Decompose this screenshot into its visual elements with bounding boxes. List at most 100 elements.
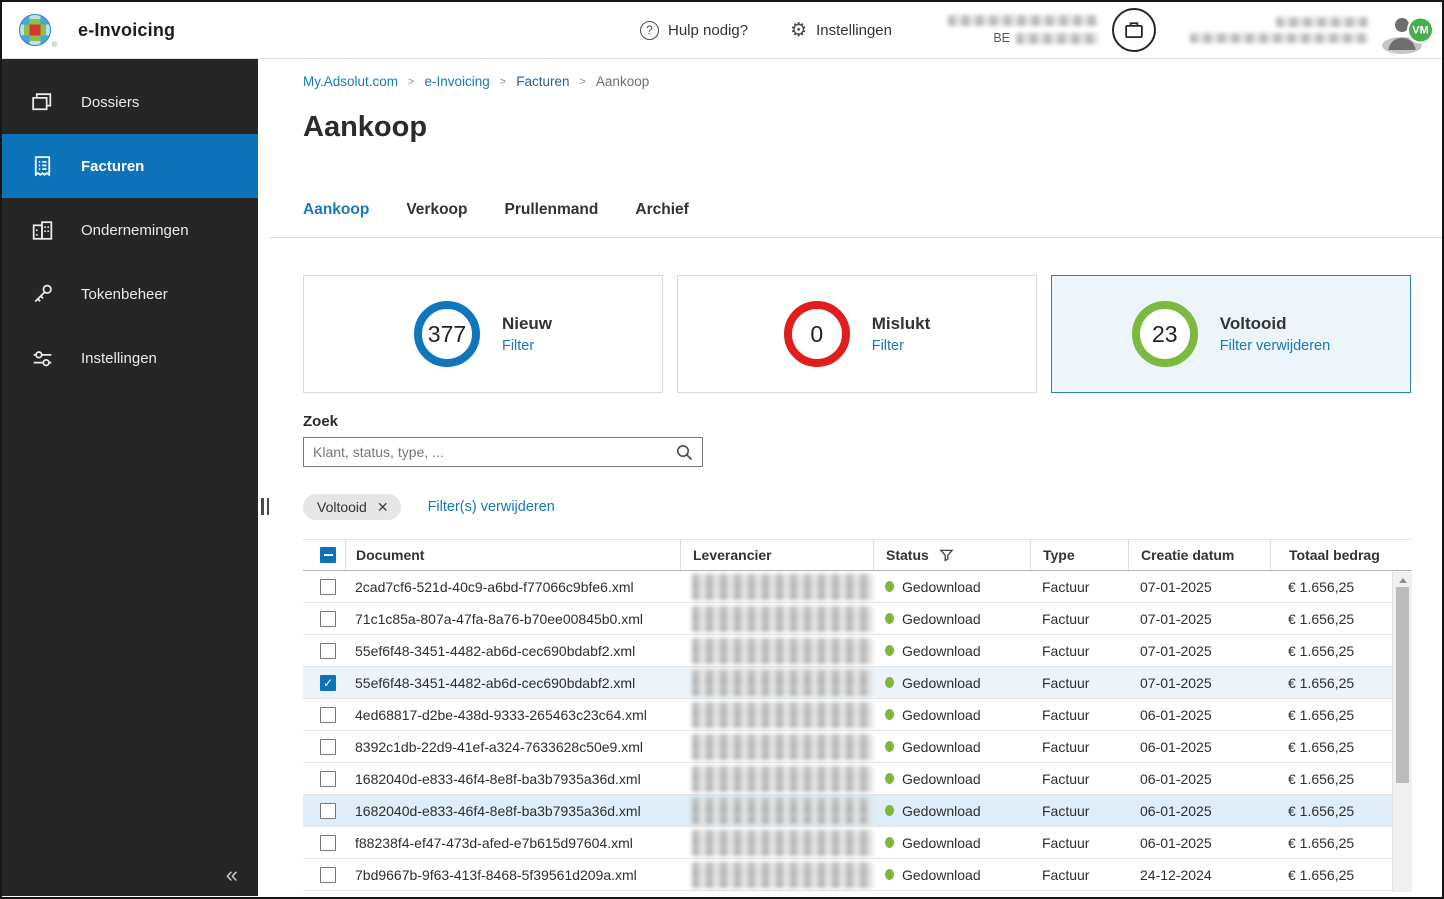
- redacted-company-name: [948, 15, 1098, 26]
- stacked-folders-icon: [29, 89, 56, 116]
- tab-archief[interactable]: Archief: [635, 201, 688, 219]
- document-cell[interactable]: 7bd9667b-9f63-413f-8468-5f39561d209a.xml: [345, 859, 680, 890]
- help-button[interactable]: ? Hulp nodig?: [640, 20, 748, 40]
- creatie-datum-cell: 06-01-2025: [1140, 770, 1212, 787]
- row-checkbox[interactable]: [320, 610, 336, 627]
- table-row[interactable]: 8392c1db-22d9-41ef-a324-7633628c50e9.xml…: [303, 731, 1412, 763]
- card-filter-link[interactable]: Filter: [872, 338, 931, 354]
- row-checkbox[interactable]: [320, 706, 336, 723]
- row-checkbox[interactable]: [320, 802, 336, 819]
- scrollbar-thumb[interactable]: [1396, 587, 1409, 783]
- sidebar-item-label: Instellingen: [81, 349, 157, 367]
- status-label: Gedownload: [902, 866, 981, 883]
- count-ring: 0: [783, 301, 850, 367]
- creatie-datum-cell: 07-01-2025: [1140, 642, 1212, 659]
- status-card-voltooid[interactable]: 23 Voltooid Filter verwijderen: [1051, 275, 1411, 393]
- document-cell[interactable]: f88238f4-ef47-473d-afed-e7b615d97604.xml: [345, 827, 680, 858]
- row-checkbox[interactable]: ✓: [320, 674, 336, 691]
- redacted-vat-number: [1016, 32, 1098, 44]
- redacted-leverancier: [692, 861, 873, 888]
- table-row[interactable]: 4ed68817-d2be-438d-9333-265463c23c64.xml…: [303, 699, 1412, 731]
- table-row[interactable]: 7bd9667b-9f63-413f-8468-5f39561d209a.xml…: [303, 859, 1412, 891]
- panel-splitter-handle[interactable]: [261, 498, 269, 515]
- document-cell[interactable]: 4ed68817-d2be-438d-9333-265463c23c64.xml: [345, 699, 680, 730]
- header-cell-status[interactable]: Status: [873, 540, 1030, 570]
- status-dot-icon: [885, 741, 894, 752]
- dossier-switch-button[interactable]: [1112, 8, 1156, 52]
- document-cell[interactable]: 8392c1db-22d9-41ef-a324-7633628c50e9.xml: [345, 731, 680, 762]
- user-avatar-button[interactable]: VM: [1382, 10, 1434, 54]
- sidebar-collapse-button[interactable]: «: [226, 862, 238, 888]
- leverancier-cell: [680, 859, 873, 890]
- table-row[interactable]: 2cad7cf6-521d-40c9-a6bd-f77066c9bfe6.xml…: [303, 571, 1412, 603]
- row-checkbox[interactable]: [320, 738, 336, 755]
- document-cell[interactable]: 2cad7cf6-521d-40c9-a6bd-f77066c9bfe6.xml: [345, 571, 680, 602]
- status-label: Gedownload: [902, 738, 981, 755]
- tab-prullenmand[interactable]: Prullenmand: [504, 201, 598, 219]
- header-cell-creatie-datum: Creatie datum: [1128, 540, 1270, 570]
- page-title: Aankoop: [303, 111, 428, 143]
- card-filter-link[interactable]: Filter verwijderen: [1220, 338, 1330, 354]
- tab-verkoop[interactable]: Verkoop: [406, 201, 467, 219]
- status-card-nieuw[interactable]: 377 Nieuw Filter: [303, 275, 663, 393]
- column-label: Totaal bedrag: [1289, 547, 1380, 563]
- status-label: Gedownload: [902, 610, 981, 627]
- sidebar-item-dossiers[interactable]: Dossiers: [2, 70, 258, 134]
- table-row[interactable]: 1682040d-e833-46f4-8e8f-ba3b7935a36d.xml…: [303, 795, 1412, 827]
- table-row[interactable]: 55ef6f48-3451-4482-ab6d-cec690bdabf2.xml…: [303, 635, 1412, 667]
- count-ring: 23: [1131, 301, 1198, 367]
- status-dot-icon: [885, 613, 894, 624]
- document-cell[interactable]: 55ef6f48-3451-4482-ab6d-cec690bdabf2.xml: [345, 635, 680, 666]
- row-checkbox[interactable]: [320, 578, 336, 595]
- row-checkbox[interactable]: [320, 834, 336, 851]
- status-cell: Gedownload: [873, 795, 1030, 826]
- table-row[interactable]: f88238f4-ef47-473d-afed-e7b615d97604.xml…: [303, 827, 1412, 859]
- filter-funnel-icon[interactable]: [929, 548, 954, 563]
- status-cell: Gedownload: [873, 571, 1030, 602]
- sidebar-item-tokenbeheer[interactable]: Tokenbeheer: [2, 262, 258, 326]
- status-cell: Gedownload: [873, 827, 1030, 858]
- company-info[interactable]: BE: [948, 15, 1098, 45]
- card-filter-link[interactable]: Filter: [502, 338, 552, 354]
- chip-label: Voltooid: [317, 499, 367, 515]
- sidebar-item-facturen[interactable]: Facturen: [2, 134, 258, 198]
- breadcrumb-link-my-adsolut-com[interactable]: My.Adsolut.com: [303, 74, 398, 89]
- row-checkbox[interactable]: [320, 866, 336, 883]
- document-cell[interactable]: 55ef6f48-3451-4482-ab6d-cec690bdabf2.xml: [345, 667, 680, 698]
- tab-aankoop[interactable]: Aankoop: [303, 201, 369, 219]
- search-input[interactable]: [313, 444, 676, 460]
- breadcrumb-link-e-invoicing[interactable]: e-Invoicing: [424, 74, 489, 89]
- user-info[interactable]: [1190, 17, 1368, 43]
- sidebar-item-ondernemingen[interactable]: Ondernemingen: [2, 198, 258, 262]
- breadcrumb-link-facturen[interactable]: Facturen: [516, 74, 569, 89]
- select-all-checkbox[interactable]: [320, 547, 336, 563]
- scroll-up-icon[interactable]: [1399, 578, 1407, 583]
- table-row[interactable]: ✓ 55ef6f48-3451-4482-ab6d-cec690bdabf2.xm…: [303, 667, 1412, 699]
- settings-button[interactable]: ⚙ Instellingen: [790, 21, 892, 40]
- clear-filters-link[interactable]: Filter(s) verwijderen: [428, 499, 555, 515]
- document-cell[interactable]: 1682040d-e833-46f4-8e8f-ba3b7935a36d.xml: [345, 763, 680, 794]
- leverancier-cell: [680, 603, 873, 634]
- search-box: [303, 437, 703, 467]
- search-icon[interactable]: [676, 444, 693, 461]
- filter-chip-voltooid: Voltooid ✕: [303, 494, 401, 520]
- creatie-datum-cell: 24-12-2024: [1140, 866, 1212, 883]
- sidebar-item-instellingen[interactable]: Instellingen: [2, 326, 258, 390]
- sliders-icon: [29, 345, 56, 372]
- leverancier-cell: [680, 763, 873, 794]
- status-card-mislukt[interactable]: 0 Mislukt Filter: [677, 275, 1037, 393]
- table-row[interactable]: 71c1c85a-807a-47fa-8a76-b70ee00845b0.xml…: [303, 603, 1412, 635]
- row-checkbox[interactable]: [320, 770, 336, 787]
- breadcrumb: My.Adsolut.com > e-Invoicing > Facturen > Aank…: [303, 74, 1414, 89]
- document-cell[interactable]: 71c1c85a-807a-47fa-8a76-b70ee00845b0.xml: [345, 603, 680, 634]
- table-scrollbar[interactable]: [1392, 572, 1412, 892]
- redacted-leverancier: [692, 765, 873, 792]
- row-select-cell: [303, 635, 345, 666]
- table-row[interactable]: 1682040d-e833-46f4-8e8f-ba3b7935a36d.xml…: [303, 763, 1412, 795]
- sidebar-item-label: Tokenbeheer: [81, 285, 168, 303]
- document-cell[interactable]: 1682040d-e833-46f4-8e8f-ba3b7935a36d.xml: [345, 795, 680, 826]
- header-cell-select: [303, 540, 345, 570]
- row-checkbox[interactable]: [320, 642, 336, 659]
- chip-close-icon[interactable]: ✕: [377, 500, 389, 514]
- settings-label: Instellingen: [816, 21, 892, 39]
